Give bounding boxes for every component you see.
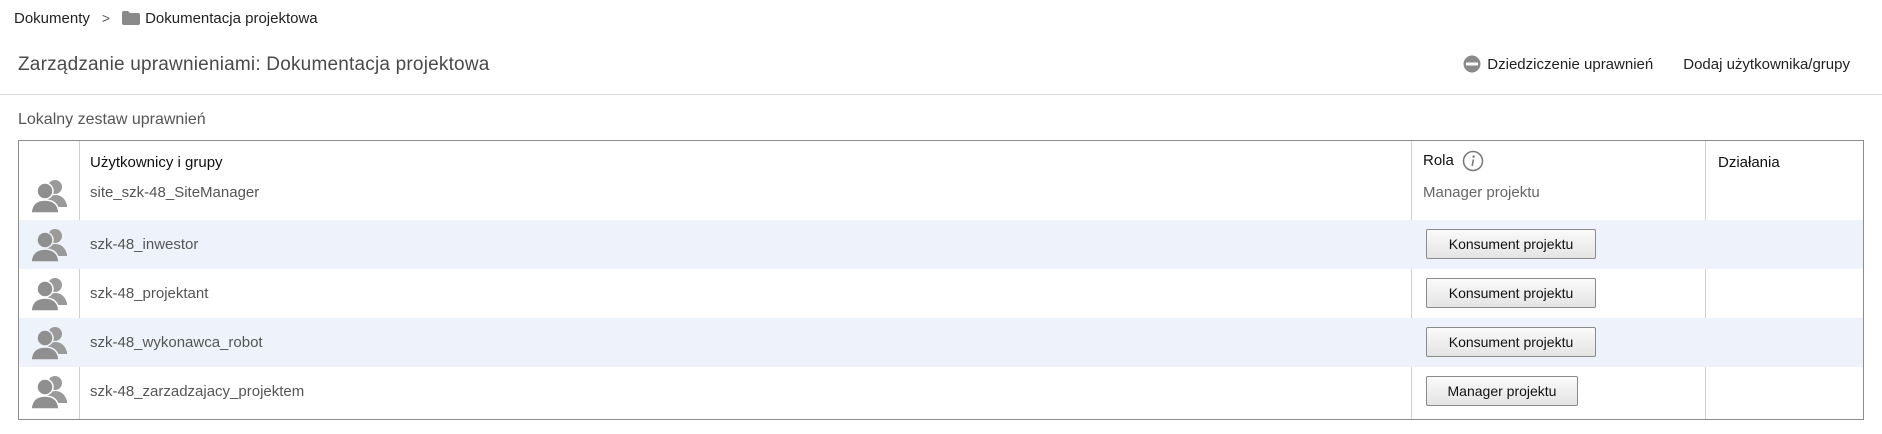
user-group-name: szk-48_projektant xyxy=(90,285,209,302)
add-user-group-label: Dodaj użytkownika/grupy xyxy=(1683,55,1850,73)
table-row: site_szk-48_SiteManager Manager projektu xyxy=(19,171,1863,220)
info-icon[interactable] xyxy=(1462,150,1484,172)
inherit-permissions-label: Dziedziczenie uprawnień xyxy=(1487,55,1654,73)
user-group-name: szk-48_inwestor xyxy=(90,236,199,253)
user-group-name: szk-48_wykonawca_robot xyxy=(90,334,263,351)
breadcrumb: Dokumenty > Dokumentacja projektowa xyxy=(14,8,318,28)
table-row: szk-48_zarzadzajacy_projektem Manager pr… xyxy=(19,367,1863,416)
role-select-button[interactable]: Konsument projektu xyxy=(1426,327,1596,357)
column-header-users: Użytkownicy i grupy xyxy=(90,154,223,171)
user-group-name: szk-48_zarzadzajacy_projektem xyxy=(90,383,305,400)
column-header-role: Rola xyxy=(1423,150,1484,172)
group-icon xyxy=(30,327,67,361)
breadcrumb-separator: > xyxy=(101,10,111,26)
role-select-button[interactable]: Konsument projektu xyxy=(1426,229,1596,259)
header-actions: Dziedziczenie uprawnień Dodaj użytkownik… xyxy=(1463,55,1850,73)
folder-icon xyxy=(122,11,141,25)
group-icon xyxy=(30,229,67,263)
breadcrumb-current[interactable]: Dokumentacja projektowa xyxy=(145,10,318,27)
table-row: szk-48_projektant Konsument projektu xyxy=(19,269,1863,318)
local-permissions-title: Lokalny zestaw uprawnień xyxy=(18,111,206,128)
no-entry-icon xyxy=(1463,55,1481,73)
group-icon xyxy=(30,376,67,410)
table-row: szk-48_wykonawca_robot Konsument projekt… xyxy=(19,318,1863,367)
permissions-table: Użytkownicy i grupy Rola Działania site_… xyxy=(18,140,1864,420)
column-header-role-label: Rola xyxy=(1423,151,1454,169)
page-header: Zarządzanie uprawnieniami: Dokumentacja … xyxy=(0,44,1882,95)
breadcrumb-root-link[interactable]: Dokumenty xyxy=(14,10,90,27)
table-row: szk-48_inwestor Konsument projektu xyxy=(19,220,1863,269)
group-icon xyxy=(30,180,67,214)
add-user-group-button[interactable]: Dodaj użytkownika/grupy xyxy=(1683,56,1850,73)
inherit-permissions-button[interactable]: Dziedziczenie uprawnień xyxy=(1463,55,1653,73)
role-select-button[interactable]: Konsument projektu xyxy=(1426,278,1596,308)
role-readonly: Manager projektu xyxy=(1423,184,1540,201)
role-select-button[interactable]: Manager projektu xyxy=(1426,376,1578,406)
user-group-name: site_szk-48_SiteManager xyxy=(90,184,260,201)
page-title: Zarządzanie uprawnieniami: Dokumentacja … xyxy=(18,54,490,75)
column-header-actions: Działania xyxy=(1718,154,1780,171)
group-icon xyxy=(30,278,67,312)
